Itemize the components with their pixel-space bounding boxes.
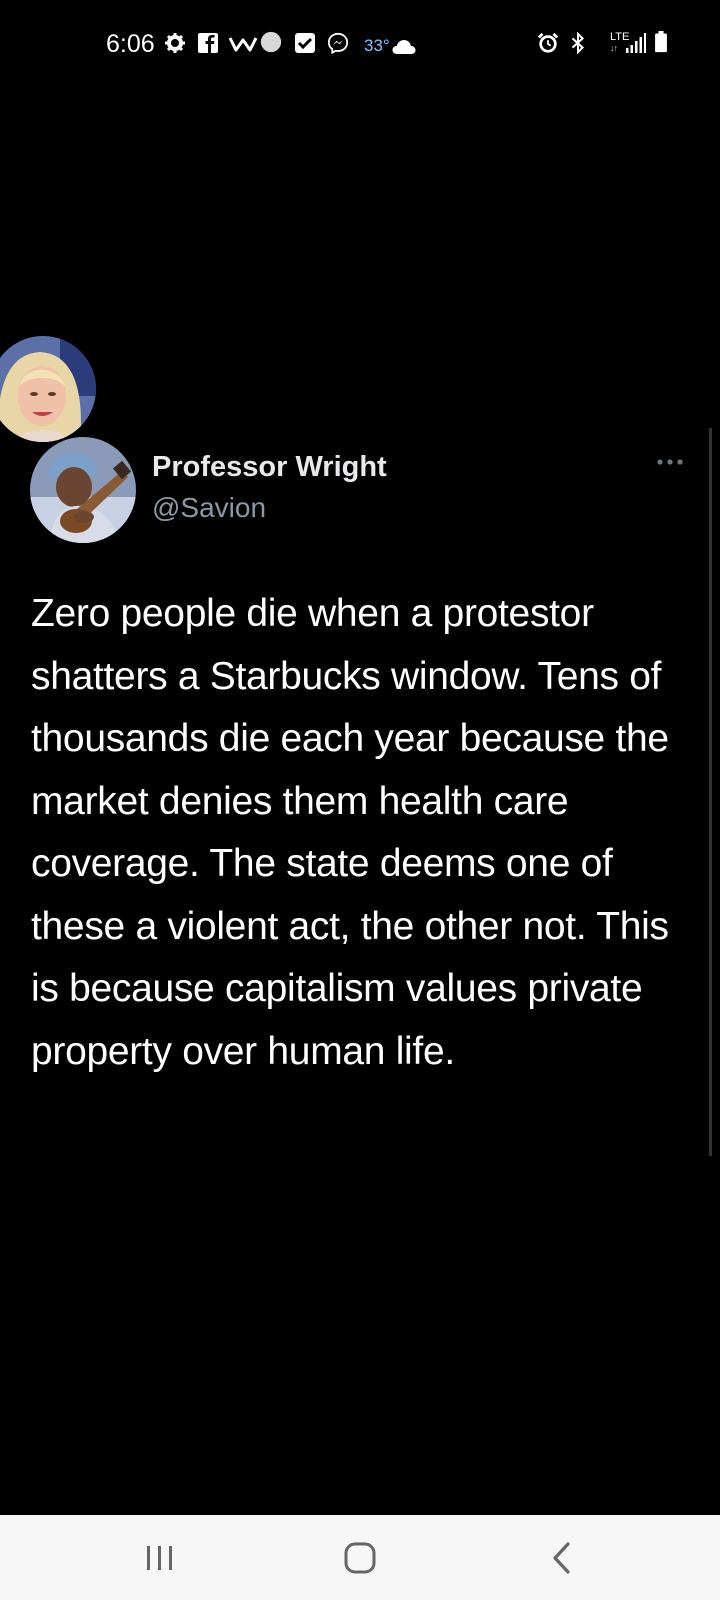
scrollbar[interactable]	[709, 428, 712, 1156]
status-bar: 6:06 33° LTE ↓↑	[0, 0, 720, 92]
back-icon[interactable]	[538, 1535, 586, 1581]
navigation-bar	[0, 1515, 720, 1600]
status-time: 6:06	[106, 30, 155, 58]
user-avatar[interactable]	[0, 336, 96, 442]
author-avatar-image	[30, 437, 136, 543]
tweet-author-avatar[interactable]	[30, 437, 136, 543]
cloud-icon	[392, 40, 416, 54]
wattpad-icon	[228, 37, 258, 52]
user-avatar-image	[0, 336, 96, 442]
recent-apps-icon[interactable]	[136, 1535, 184, 1581]
checkbox-icon	[295, 33, 315, 53]
author-handle[interactable]: @Savion	[152, 492, 266, 524]
gear-icon	[165, 33, 185, 53]
home-icon[interactable]	[336, 1535, 384, 1581]
signal-icon	[626, 33, 646, 53]
tweet-text: Zero people die when a protestor shatter…	[31, 592, 669, 1073]
status-temperature: 33°	[364, 36, 390, 55]
battery-icon	[655, 31, 667, 53]
bluetooth-icon	[571, 32, 585, 54]
facebook-icon	[198, 33, 218, 53]
author-display-name[interactable]: Professor Wright	[152, 451, 387, 484]
messenger-icon	[327, 32, 349, 54]
more-options-icon[interactable]	[654, 452, 690, 472]
circle-icon	[260, 31, 282, 53]
alarm-icon	[537, 32, 559, 53]
